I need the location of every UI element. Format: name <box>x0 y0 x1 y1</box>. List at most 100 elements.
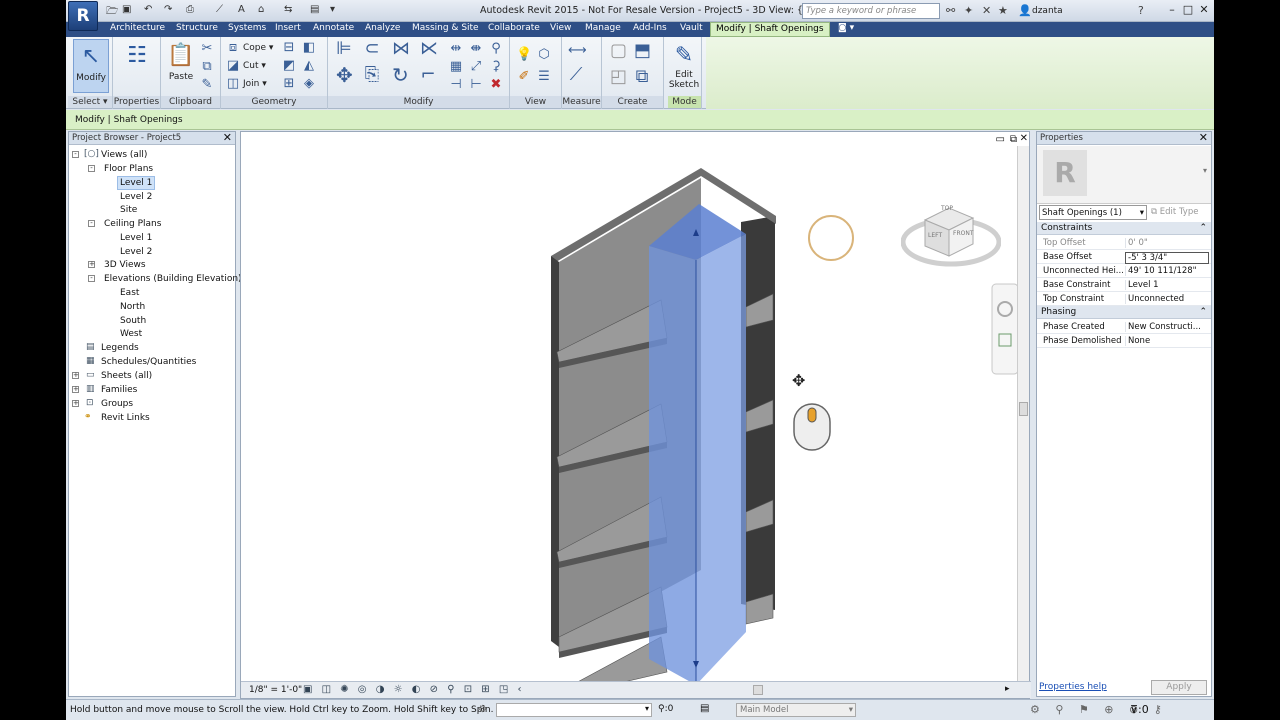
prop-row-base-offset[interactable]: Base Offset -5' 3 3/4" <box>1037 250 1211 264</box>
tree-item-ceiling-level-1[interactable]: Level 1 <box>120 232 152 244</box>
paint-icon[interactable]: ◩ <box>281 58 297 74</box>
help-icon[interactable]: ? <box>1138 4 1144 17</box>
scale-icon[interactable]: ⤢ <box>468 59 484 75</box>
horizontal-scroll-thumb[interactable] <box>753 685 763 695</box>
override-graphics-icon[interactable]: ⬡ <box>536 47 552 63</box>
view-control-icons[interactable]: ▣ ◫ ✺ ◎ ◑ ☼ ◐ ⊘ ⚲ ⊡ ⊞ ◳ ‹ <box>303 684 524 695</box>
undo-icon[interactable]: ↶ <box>144 4 152 18</box>
tree-item-legends[interactable]: Legends <box>101 342 139 354</box>
sync-icon[interactable]: ⇆ <box>284 4 292 18</box>
view-settings-icon[interactable]: ☰ <box>536 69 552 85</box>
hide-bulb-icon[interactable]: 💡 <box>516 47 532 63</box>
move-icon[interactable]: ✥ <box>336 65 353 85</box>
type-dropdown-icon[interactable]: ▾ <box>1203 166 1207 175</box>
tree-item-east[interactable]: East <box>120 287 139 299</box>
align-icon[interactable]: ⊫ <box>336 40 352 58</box>
unpin-icon[interactable]: ⚳ <box>488 59 504 75</box>
tab-modify-shaft-openings[interactable]: Modify | Shaft Openings <box>710 22 830 37</box>
viewcube-left-label[interactable]: LEFT <box>928 232 942 239</box>
properties-close-icon[interactable]: ✕ <box>1199 131 1208 144</box>
linework-icon[interactable]: ✐ <box>516 69 532 85</box>
create-assembly-icon[interactable]: ▢ <box>610 42 627 60</box>
properties-help-link[interactable]: Properties help <box>1039 682 1107 692</box>
expand-groups-icon[interactable]: + <box>72 400 79 407</box>
prop-row-unconnected-height[interactable]: Unconnected Hei... 49' 10 111/128" <box>1037 264 1211 278</box>
scroll-right-icon[interactable]: ▸ <box>1005 684 1010 694</box>
application-menu-button[interactable]: R <box>68 1 98 31</box>
tab-massing-site[interactable]: Massing & Site <box>412 23 479 33</box>
save-icon[interactable]: ▣ <box>122 4 131 18</box>
binoculars-icon[interactable]: ⚯ <box>946 4 955 17</box>
open-icon[interactable]: 🗁 <box>106 4 118 18</box>
favorites-icon[interactable]: ★ <box>998 4 1008 17</box>
vertical-scroll-thumb[interactable] <box>1019 402 1028 416</box>
tab-systems[interactable]: Systems <box>228 23 266 33</box>
prop-row-base-constraint[interactable]: Base Constraint Level 1 <box>1037 278 1211 292</box>
prop-row-phase-demolished[interactable]: Phase Demolished None <box>1037 334 1211 348</box>
viewcube[interactable]: TOP LEFT FRONT <box>900 190 1002 270</box>
panel-label-select[interactable]: Select ▾ <box>68 96 112 108</box>
tree-item-elevations[interactable]: Elevations (Building Elevation) <box>104 273 242 285</box>
tree-item-north[interactable]: North <box>120 301 145 313</box>
section-phasing[interactable]: Phasing ⌃ <box>1037 306 1211 319</box>
cut-button[interactable]: Cut ▾ <box>243 58 266 74</box>
tree-item-ceiling-plans[interactable]: Ceiling Plans <box>104 218 161 230</box>
create-parts-icon[interactable]: ⬒ <box>634 42 651 60</box>
split-icon[interactable]: ⇹ <box>448 41 464 57</box>
join-roof-icon[interactable]: ⊞ <box>281 76 297 92</box>
base-offset-input[interactable]: -5' 3 3/4" <box>1125 252 1209 264</box>
tab-manage[interactable]: Manage <box>585 23 621 33</box>
tree-item-3d-views[interactable]: 3D Views <box>104 259 146 271</box>
trim-icon[interactable]: ⌐ <box>420 66 436 84</box>
measure-icon[interactable]: ⟋ <box>216 4 223 18</box>
demolish-icon[interactable]: ◭ <box>301 58 317 74</box>
tree-item-views-all[interactable]: Views (all) <box>101 149 147 161</box>
tree-item-ceiling-level-2[interactable]: Level 2 <box>120 246 152 258</box>
apply-button[interactable]: Apply <box>1151 680 1207 695</box>
user-name[interactable]: dzanta <box>1032 6 1063 16</box>
tab-insert[interactable]: Insert <box>275 23 301 33</box>
tab-add-ins[interactable]: Add-Ins <box>633 23 667 33</box>
cut-scissors-icon[interactable]: ✂ <box>199 41 215 57</box>
text-icon[interactable]: A <box>238 4 245 18</box>
workset-dropdown[interactable]: ▾ <box>496 703 652 717</box>
match-properties-icon[interactable]: ✎ <box>199 77 215 93</box>
tab-architecture[interactable]: Architecture <box>110 23 165 33</box>
split-gap-icon[interactable]: ⇼ <box>468 41 484 57</box>
rotate-icon[interactable]: ↻ <box>392 65 409 85</box>
expand-sheets-icon[interactable]: + <box>72 372 79 379</box>
array-icon[interactable]: ▦ <box>448 59 464 75</box>
exchange-icon[interactable]: ✕ <box>982 4 991 17</box>
prop-row-phase-created[interactable]: Phase Created New Constructi... <box>1037 320 1211 334</box>
qat-dropdown-icon[interactable]: ▾ <box>330 4 335 18</box>
print-icon[interactable]: ⎙ <box>186 4 194 18</box>
switch-windows-icon[interactable]: ▤ <box>310 4 319 18</box>
tree-item-west[interactable]: West <box>120 328 142 340</box>
collapse-views-icon[interactable]: - <box>72 151 79 158</box>
minimize-button[interactable]: – <box>1164 3 1180 18</box>
extend-icon[interactable]: ⊢ <box>468 77 484 93</box>
edit-sketch-button[interactable]: ✎ Edit Sketch <box>666 39 702 93</box>
remove-paint-icon[interactable]: ◈ <box>301 76 317 92</box>
search-input[interactable]: Type a keyword or phrase <box>802 3 940 19</box>
dimension-icon[interactable]: ⟋ <box>568 66 584 84</box>
type-selector[interactable]: Shaft Openings (1) ▾ <box>1039 205 1147 220</box>
measure-between-icon[interactable]: ⟷ <box>568 43 587 59</box>
editable-only-icon[interactable]: ⚲:0 <box>658 704 673 714</box>
tree-item-groups[interactable]: Groups <box>101 398 133 410</box>
tree-item-south[interactable]: South <box>120 315 146 327</box>
edit-type-button[interactable]: ⧉ Edit Type <box>1151 207 1198 217</box>
collapse-elevations-icon[interactable]: - <box>88 275 95 282</box>
split-face-icon[interactable]: ◧ <box>301 40 317 56</box>
expand-families-icon[interactable]: + <box>72 386 79 393</box>
paste-button[interactable]: 📋 Paste <box>163 39 199 93</box>
expand-3d-views-icon[interactable]: + <box>88 261 95 268</box>
vertical-scrollbar[interactable] <box>1017 146 1029 686</box>
collapse-floor-plans-icon[interactable]: - <box>88 165 95 172</box>
tree-item-revit-links[interactable]: Revit Links <box>101 412 150 424</box>
mirror-draw-icon[interactable]: ⋉ <box>420 40 438 58</box>
cope-button[interactable]: Cope ▾ <box>243 40 273 56</box>
section-constraints[interactable]: Constraints ⌃ <box>1037 222 1211 235</box>
view-scale[interactable]: 1/8" = 1'-0" <box>249 685 302 695</box>
tree-item-floor-plan-level-2[interactable]: Level 2 <box>120 191 152 203</box>
